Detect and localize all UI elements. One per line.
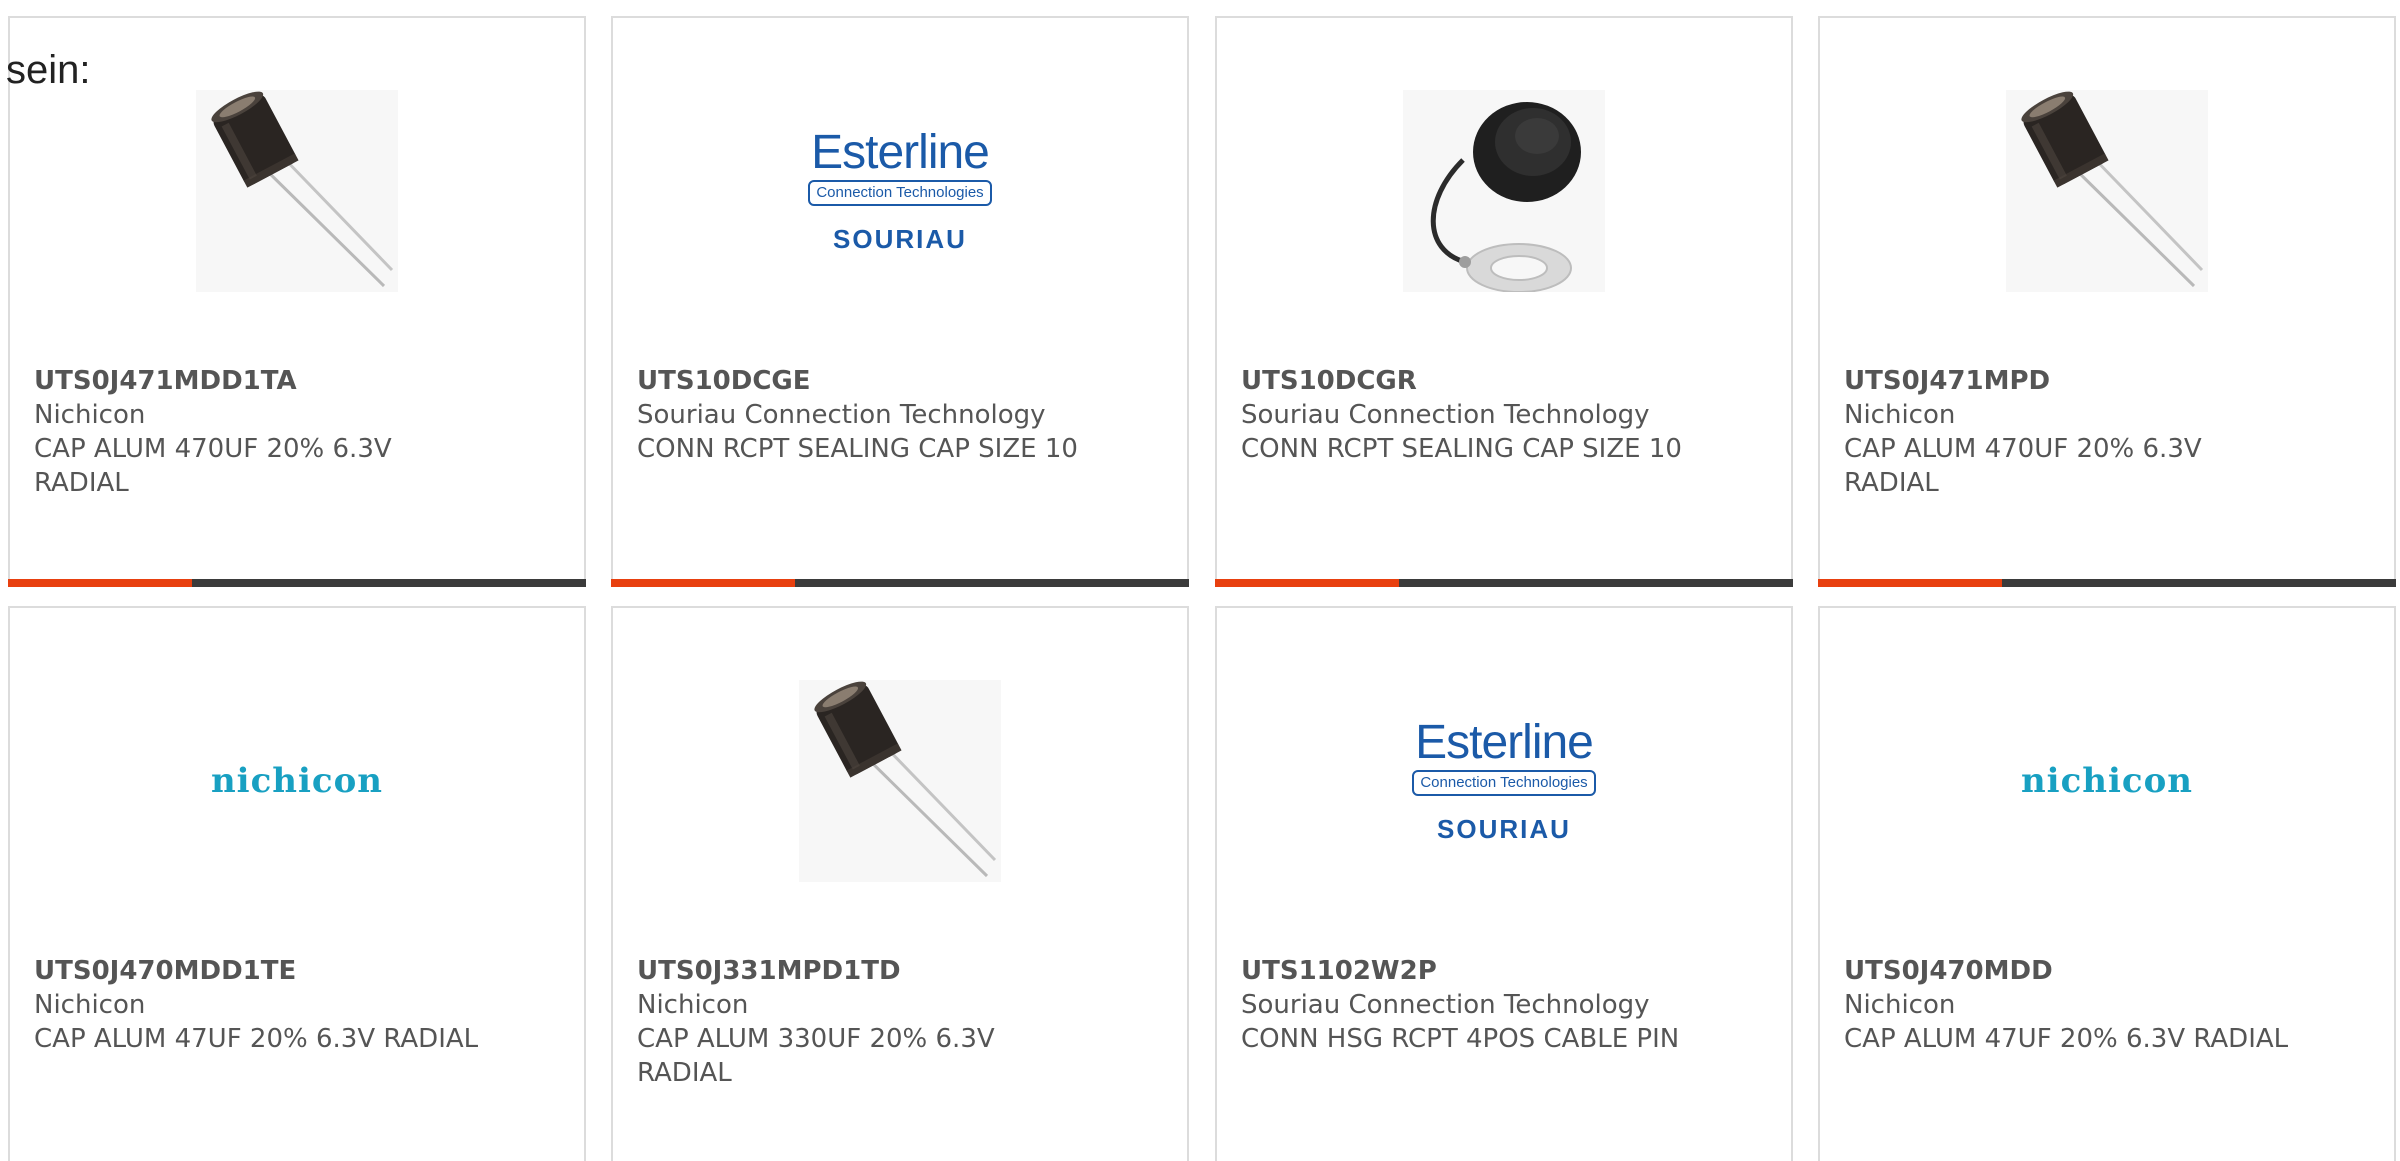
part-number-link[interactable]: UTS0J471MDD1TA bbox=[34, 364, 484, 398]
product-image[interactable]: nichicon bbox=[2006, 680, 2208, 882]
nichicon-logo-icon: nichicon bbox=[210, 761, 384, 801]
nichicon-logo-icon: nichicon bbox=[2020, 761, 2194, 801]
part-number-link[interactable]: UTS0J470MDD bbox=[1844, 954, 2294, 988]
product-card[interactable]: UTS10DCGR Souriau Connection Technology … bbox=[1215, 16, 1793, 587]
product-card[interactable]: nichicon UTS0J470MDD Nichicon CAP ALUM 4… bbox=[1818, 606, 2396, 1161]
product-image[interactable] bbox=[799, 680, 1001, 882]
part-number-link[interactable]: UTS0J470MDD1TE bbox=[34, 954, 484, 988]
card-accent bbox=[1818, 579, 2002, 587]
card-accent bbox=[8, 579, 192, 587]
esterline-wordmark: Esterline bbox=[811, 125, 990, 179]
connection-technologies-label: Connection Technologies bbox=[1412, 769, 1596, 796]
product-image[interactable]: nichicon bbox=[196, 680, 398, 882]
esterline-souriau-logo-icon: Esterline Connection Technologies SOURIA… bbox=[1403, 715, 1605, 845]
product-image[interactable] bbox=[196, 90, 398, 292]
product-grid-page: UTS0J471MDD1TA Nichicon CAP ALUM 470UF 2… bbox=[0, 0, 2400, 1161]
product-grid: UTS0J471MDD1TA Nichicon CAP ALUM 470UF 2… bbox=[0, 0, 2400, 1161]
product-info: UTS0J471MPD Nichicon CAP ALUM 470UF 20% … bbox=[1844, 364, 2294, 500]
manufacturer-name: Souriau Connection Technology bbox=[637, 400, 1046, 430]
product-image[interactable]: Esterline Connection Technologies SOURIA… bbox=[1403, 680, 1605, 882]
product-info: UTS1102W2P Souriau Connection Technology… bbox=[1241, 954, 1691, 1056]
card-bottom-bar bbox=[1818, 579, 2396, 587]
souriau-wordmark: SOURIAU bbox=[833, 223, 967, 254]
esterline-souriau-logo-icon: Esterline Connection Technologies SOURIA… bbox=[799, 125, 1001, 255]
capacitor-photo-icon bbox=[799, 680, 1001, 882]
capacitor-photo-icon bbox=[2006, 90, 2208, 292]
card-accent bbox=[611, 579, 795, 587]
part-number-link[interactable]: UTS1102W2P bbox=[1241, 954, 1691, 988]
sealing-cap-photo-icon bbox=[1403, 90, 1605, 292]
product-info: UTS10DCGE Souriau Connection Technology … bbox=[637, 364, 1087, 466]
card-bottom-bar bbox=[8, 579, 586, 587]
intro-text: sein: bbox=[6, 48, 91, 92]
product-card[interactable]: UTS0J471MPD Nichicon CAP ALUM 470UF 20% … bbox=[1818, 16, 2396, 587]
product-image[interactable] bbox=[1403, 90, 1605, 292]
manufacturer-name: Nichicon bbox=[1844, 990, 1956, 1020]
part-number-link[interactable]: UTS0J471MPD bbox=[1844, 364, 2294, 398]
product-info: UTS0J471MDD1TA Nichicon CAP ALUM 470UF 2… bbox=[34, 364, 484, 500]
product-card[interactable]: UTS0J331MPD1TD Nichicon CAP ALUM 330UF 2… bbox=[611, 606, 1189, 1161]
product-image[interactable]: Esterline Connection Technologies SOURIA… bbox=[799, 90, 1001, 292]
card-accent bbox=[1215, 579, 1399, 587]
manufacturer-name: Nichicon bbox=[34, 400, 146, 430]
souriau-wordmark: SOURIAU bbox=[1437, 813, 1571, 844]
part-number-link[interactable]: UTS0J331MPD1TD bbox=[637, 954, 1087, 988]
product-card[interactable]: nichicon UTS0J470MDD1TE Nichicon CAP ALU… bbox=[8, 606, 586, 1161]
product-description: CAP ALUM 47UF 20% 6.3V RADIAL bbox=[34, 1024, 479, 1054]
product-info: UTS0J470MDD Nichicon CAP ALUM 47UF 20% 6… bbox=[1844, 954, 2294, 1056]
connection-technologies-label: Connection Technologies bbox=[808, 179, 992, 206]
manufacturer-name: Nichicon bbox=[637, 990, 749, 1020]
esterline-wordmark: Esterline bbox=[1415, 715, 1594, 769]
product-description: CONN RCPT SEALING CAP SIZE 10 bbox=[1241, 434, 1682, 464]
product-info: UTS0J470MDD1TE Nichicon CAP ALUM 47UF 20… bbox=[34, 954, 484, 1056]
capacitor-photo-icon bbox=[196, 90, 398, 292]
product-description: CAP ALUM 470UF 20% 6.3V RADIAL bbox=[1844, 434, 2202, 498]
card-bottom-bar bbox=[1215, 579, 1793, 587]
product-info: UTS0J331MPD1TD Nichicon CAP ALUM 330UF 2… bbox=[637, 954, 1087, 1090]
part-number-link[interactable]: UTS10DCGE bbox=[637, 364, 1087, 398]
product-image[interactable] bbox=[2006, 90, 2208, 292]
product-card[interactable]: Esterline Connection Technologies SOURIA… bbox=[611, 16, 1189, 587]
manufacturer-name: Souriau Connection Technology bbox=[1241, 990, 1650, 1020]
manufacturer-name: Souriau Connection Technology bbox=[1241, 400, 1650, 430]
product-description: CONN RCPT SEALING CAP SIZE 10 bbox=[637, 434, 1078, 464]
part-number-link[interactable]: UTS10DCGR bbox=[1241, 364, 1691, 398]
product-info: UTS10DCGR Souriau Connection Technology … bbox=[1241, 364, 1691, 466]
product-description: CAP ALUM 47UF 20% 6.3V RADIAL bbox=[1844, 1024, 2289, 1054]
product-description: CONN HSG RCPT 4POS CABLE PIN bbox=[1241, 1024, 1680, 1054]
product-description: CAP ALUM 330UF 20% 6.3V RADIAL bbox=[637, 1024, 995, 1088]
card-bottom-bar bbox=[611, 579, 1189, 587]
product-card[interactable]: UTS0J471MDD1TA Nichicon CAP ALUM 470UF 2… bbox=[8, 16, 586, 587]
manufacturer-name: Nichicon bbox=[1844, 400, 1956, 430]
product-card[interactable]: Esterline Connection Technologies SOURIA… bbox=[1215, 606, 1793, 1161]
product-description: CAP ALUM 470UF 20% 6.3V RADIAL bbox=[34, 434, 392, 498]
manufacturer-name: Nichicon bbox=[34, 990, 146, 1020]
